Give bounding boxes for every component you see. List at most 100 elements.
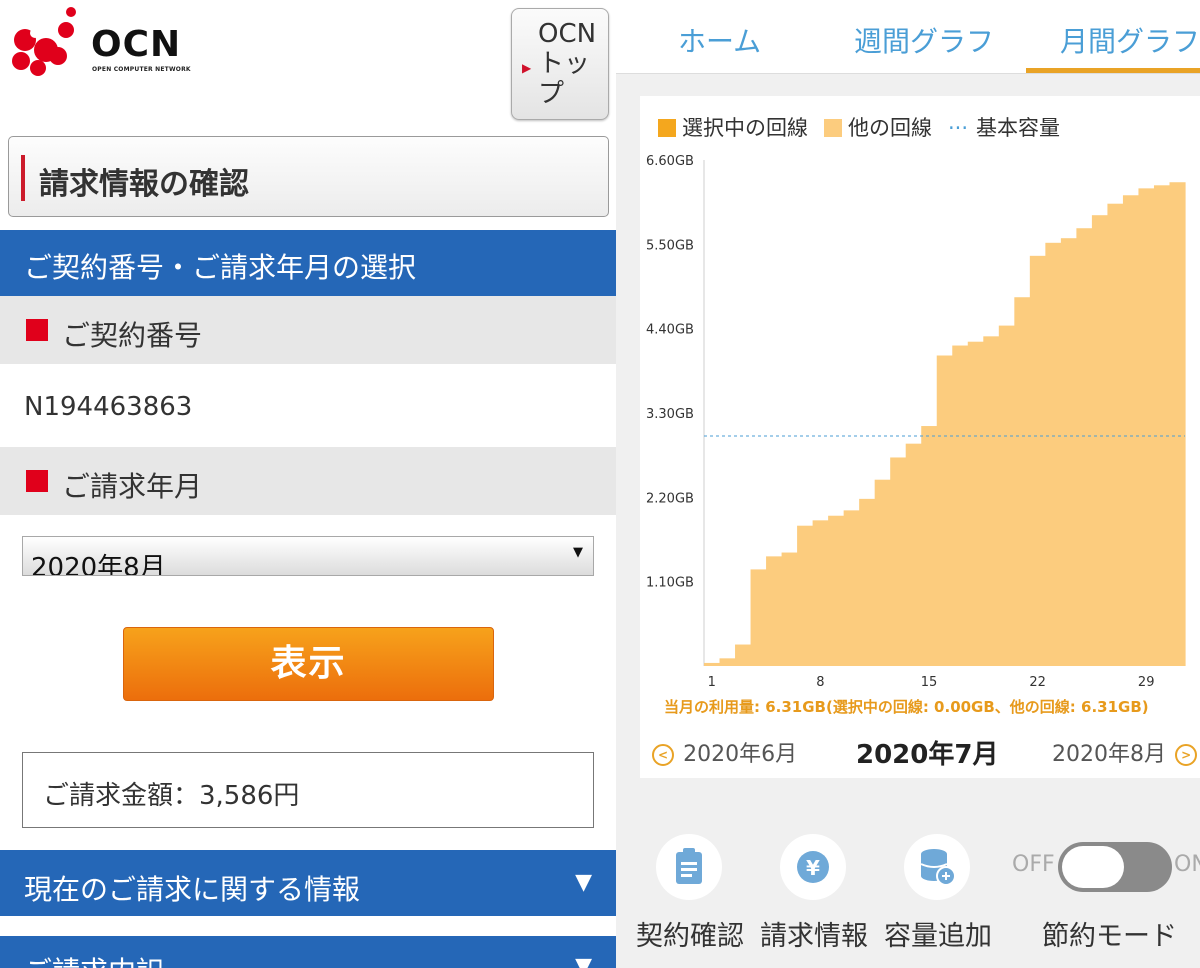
y-tick-label: 2.20GB xyxy=(646,491,694,506)
bar-other-day-23 xyxy=(1045,242,1062,667)
bar-other-day-8 xyxy=(812,520,829,666)
bar-other-day-29 xyxy=(1138,188,1155,666)
tab-weekly-graph[interactable]: 週間グラフ xyxy=(854,20,994,60)
y-tick-label: 4.40GB xyxy=(646,323,694,338)
svg-text:¥: ¥ xyxy=(806,856,820,880)
y-tick-label: 5.50GB xyxy=(646,238,694,253)
bar-other-day-13 xyxy=(890,457,907,666)
title-accent-bar xyxy=(21,155,25,201)
billing-month-select[interactable]: 2020年8月 ▼ xyxy=(22,536,594,576)
billing-month-selected: 2020年8月 xyxy=(31,553,166,576)
current-month: 2020年7月 xyxy=(856,734,998,771)
bottom-label-contract[interactable]: 契約確認 xyxy=(636,914,744,953)
prev-month-link[interactable]: < 2020年6月 xyxy=(652,736,797,768)
next-month-link[interactable]: 2020年8月 > xyxy=(1052,736,1198,768)
bar-other-day-28 xyxy=(1122,195,1140,666)
x-tick-label: 1 xyxy=(708,675,716,690)
legend-selected-line: 選択中の回線 xyxy=(658,112,808,142)
expand-triangle-icon: ▼ xyxy=(575,954,592,968)
legend-dotted-line-icon: ··· xyxy=(948,116,969,140)
current-billing-label: 現在のご請求に関する情報 xyxy=(24,873,361,906)
bar-other-day-24 xyxy=(1060,238,1077,666)
legend-base-label: 基本容量 xyxy=(976,116,1061,140)
bar-other-day-31 xyxy=(1169,182,1186,666)
toggle-on-label: ON xyxy=(1174,852,1200,877)
billing-details-label: ご請求内訳 xyxy=(24,950,164,968)
bar-other-day-16 xyxy=(936,355,953,666)
legend-swatch-selected xyxy=(658,119,676,137)
bar-other-day-19 xyxy=(983,336,1000,666)
tab-home[interactable]: ホーム xyxy=(678,20,761,60)
ocn-logo[interactable]: OCN OPEN COMPUTER NETWORK xyxy=(8,6,191,80)
usage-app-panel: ホーム 週間グラフ 月間グラフ 1.10GB 2.20GB 3.30GB 4.40GB… xyxy=(616,0,1200,968)
ocn-top-button[interactable]: ▶ OCN トップ xyxy=(511,8,609,120)
bar-other-day-14 xyxy=(905,443,922,666)
logo-tagline: OPEN COMPUTER NETWORK xyxy=(92,66,191,73)
usage-chart: 1.10GB 2.20GB 3.30GB 4.40GB 5.50GB 6.60GB 1 8 15… xyxy=(646,154,1186,690)
bar-other-day-6 xyxy=(781,552,798,666)
section-header-select: ご契約番号・ご請求年月の選択 xyxy=(0,230,616,296)
bottom-label-capacity[interactable]: 容量追加 xyxy=(884,914,992,953)
tab-monthly-graph[interactable]: 月間グラフ xyxy=(1060,20,1200,60)
billing-month-header: ご請求年月 xyxy=(0,447,616,515)
contract-number-value: N194463863 xyxy=(24,392,193,422)
billing-info-button[interactable]: ¥ xyxy=(780,834,846,900)
bar-other-day-15 xyxy=(921,426,938,666)
y-tick-label: 1.10GB xyxy=(646,576,694,591)
add-capacity-button[interactable] xyxy=(904,834,970,900)
bar-other-day-10 xyxy=(843,510,860,666)
toggle-off-label: OFF xyxy=(1012,852,1055,877)
bar-other-day-26 xyxy=(1091,215,1109,666)
bar-other-day-11 xyxy=(859,498,876,666)
contract-number-label: ご契約番号 xyxy=(62,319,203,352)
billing-month-label: ご請求年月 xyxy=(62,470,203,503)
bottom-label-saving-mode: 節約モード xyxy=(1042,921,1177,952)
bar-other-day-27 xyxy=(1107,203,1124,666)
active-tab-indicator xyxy=(1026,68,1200,73)
billing-details-accordion[interactable]: ご請求内訳 ▼ xyxy=(0,936,616,968)
legend-other-lines: 他の回線 xyxy=(824,112,932,142)
bar-other-day-4 xyxy=(750,569,767,666)
bottom-label-billing[interactable]: 請求情報 xyxy=(760,914,868,953)
next-month-label: 2020年8月 xyxy=(1052,742,1166,767)
billing-amount-box: ご請求金額：3,586円 xyxy=(22,752,594,828)
billing-amount: ご請求金額：3,586円 xyxy=(43,781,300,811)
ocn-top-label: OCN トップ xyxy=(538,19,597,109)
x-tick-label: 22 xyxy=(1029,675,1046,690)
contract-check-button[interactable] xyxy=(656,834,722,900)
x-tick-label: 8 xyxy=(816,675,824,690)
current-billing-accordion[interactable]: 現在のご請求に関する情報 ▼ xyxy=(0,850,616,916)
contract-number-header: ご契約番号 xyxy=(0,296,616,364)
bar-other-day-12 xyxy=(874,479,891,666)
page-title: 請求情報の確認 xyxy=(39,167,249,202)
bar-other-day-1 xyxy=(704,662,721,666)
yen-icon: ¥ xyxy=(797,851,829,883)
current-month-label: 2020年7月 xyxy=(856,740,999,770)
y-tick-label: 6.60GB xyxy=(646,154,694,169)
bar-other-day-9 xyxy=(828,515,845,666)
legend-other-label: 他の回線 xyxy=(848,116,932,140)
logo-wordmark: OCN xyxy=(91,24,182,65)
clipboard-icon xyxy=(676,848,702,884)
x-tick-label: 15 xyxy=(921,675,938,690)
show-button[interactable]: 表示 xyxy=(123,627,494,701)
bar-other-day-21 xyxy=(1014,297,1031,666)
red-square-icon xyxy=(26,319,48,341)
triangle-right-icon: ▶ xyxy=(522,61,532,75)
bar-other-day-17 xyxy=(952,345,969,666)
ocn-mark-icon xyxy=(12,7,76,76)
bar-other-day-5 xyxy=(766,556,783,666)
saving-mode-toggle[interactable] xyxy=(1058,842,1172,892)
page-title-box: 請求情報の確認 xyxy=(8,136,609,217)
red-square-icon xyxy=(26,470,48,492)
bar-other-day-22 xyxy=(1029,255,1046,667)
bar-other-day-2 xyxy=(719,658,736,666)
x-tick-label: 29 xyxy=(1138,675,1155,690)
section-select-label: ご契約番号・ご請求年月の選択 xyxy=(24,251,417,284)
tab-bar: ホーム 週間グラフ 月間グラフ xyxy=(616,0,1200,74)
dropdown-caret-icon: ▼ xyxy=(573,545,583,560)
chevron-right-icon: > xyxy=(1175,744,1198,766)
bar-other-day-25 xyxy=(1076,228,1093,666)
billing-panel: OCN OPEN COMPUTER NETWORK ▶ OCN トップ 請求情報… xyxy=(0,0,616,968)
toggle-knob xyxy=(1062,846,1124,888)
